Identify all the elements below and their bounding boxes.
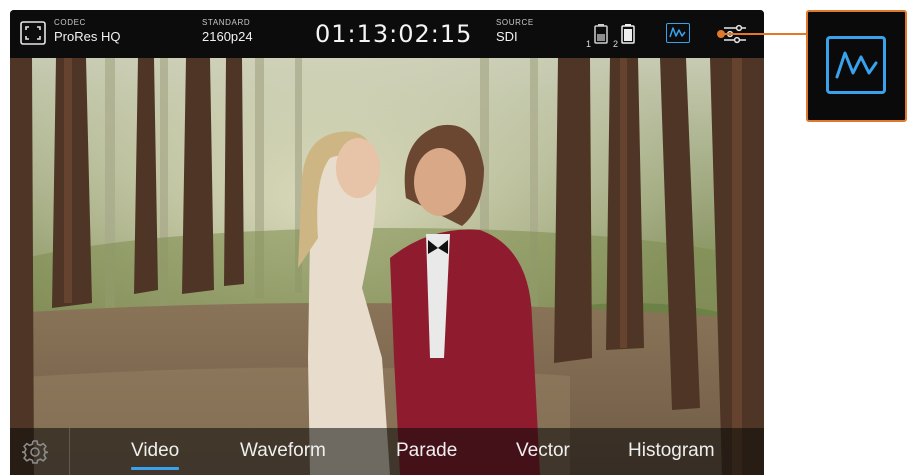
- battery-icon: [621, 24, 635, 44]
- standard-value: 2160p24: [202, 29, 253, 44]
- frame-guides-icon[interactable]: [20, 21, 46, 45]
- battery-icon: [594, 24, 608, 44]
- standard-label: STANDARD: [202, 18, 251, 27]
- callout-leader-dot: [717, 30, 725, 38]
- codec-field: CODEC ProRes HQ: [54, 18, 120, 46]
- battery-2: 2: [613, 24, 639, 49]
- standard-field: STANDARD 2160p24: [202, 18, 253, 46]
- source-value: SDI: [496, 29, 518, 44]
- source-label: SOURCE: [496, 18, 534, 27]
- video-frame: [10, 58, 764, 475]
- waveform-icon: [669, 27, 686, 38]
- tab-histogram[interactable]: Histogram: [628, 440, 715, 462]
- scope-button-zoomed: [826, 36, 886, 94]
- timecode-display: 01:13:02:15: [315, 20, 473, 48]
- waveform-icon: [835, 51, 878, 79]
- scope-button[interactable]: [666, 23, 690, 43]
- tab-divider: [69, 428, 70, 475]
- monitor-screen: CODEC ProRes HQ STANDARD 2160p24 01:13:0…: [10, 10, 764, 475]
- codec-label: CODEC: [54, 18, 86, 27]
- tab-parade[interactable]: Parade: [396, 440, 457, 462]
- battery-2-slot: 2: [613, 39, 619, 49]
- battery-1-slot: 1: [586, 39, 592, 49]
- gear-icon[interactable]: [22, 439, 48, 465]
- scope-callout: [806, 10, 907, 122]
- callout-leader-line: [722, 33, 808, 35]
- battery-1: 1: [586, 24, 612, 49]
- tab-vector[interactable]: Vector: [516, 440, 570, 462]
- tab-waveform[interactable]: Waveform: [240, 440, 326, 462]
- source-field: SOURCE SDI: [496, 18, 534, 46]
- codec-value: ProRes HQ: [54, 29, 121, 44]
- view-tab-bar: Video Waveform Parade Vector Histogram: [10, 428, 764, 475]
- tab-video[interactable]: Video: [131, 440, 180, 470]
- status-bar: CODEC ProRes HQ STANDARD 2160p24 01:13:0…: [10, 10, 764, 58]
